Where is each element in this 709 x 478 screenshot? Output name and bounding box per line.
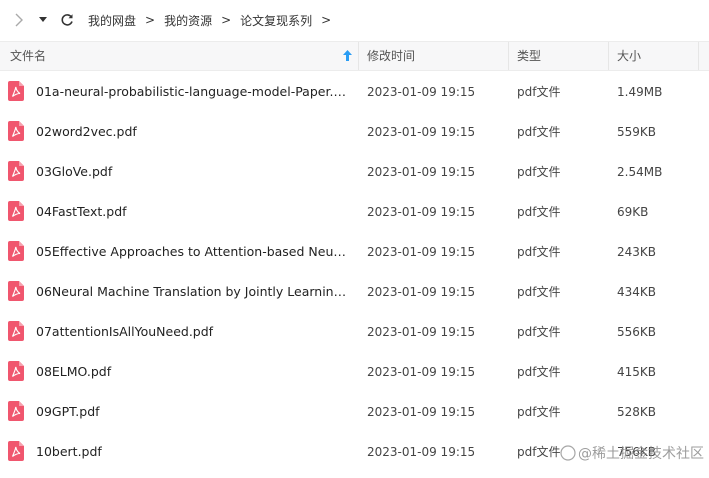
watermark-text: @稀土掘金技术社区 [578,446,704,462]
file-size: 528KB [617,405,657,419]
breadcrumb: 我的网盘 > 我的资源 > 论文复现系列 > [88,12,340,29]
file-type: pdf文件 [517,365,561,379]
file-type: pdf文件 [517,405,561,419]
pdf-file-icon [8,81,24,101]
file-row[interactable]: 08ELMO.pdf 2023-01-09 19:15 pdf文件 415KB [0,352,709,392]
file-modified: 2023-01-09 19:15 [367,285,476,299]
file-row[interactable]: 03GloVe.pdf 2023-01-09 19:15 pdf文件 2.54M… [0,152,709,192]
file-row[interactable]: 04FastText.pdf 2023-01-09 19:15 pdf文件 69… [0,192,709,232]
file-size: 434KB [617,285,657,299]
file-row[interactable]: 02word2vec.pdf 2023-01-09 19:15 pdf文件 55… [0,112,709,152]
column-header-modified[interactable]: 修改时间 [367,42,415,70]
file-type: pdf文件 [517,445,561,459]
file-modified: 2023-01-09 19:15 [367,165,476,179]
pdf-file-icon [8,401,24,421]
caret-down-icon [39,17,47,22]
pdf-file-icon [8,361,24,381]
file-type: pdf文件 [517,165,561,179]
file-row[interactable]: 07attentionIsAllYouNeed.pdf 2023-01-09 1… [0,312,709,352]
file-name[interactable]: 04FastText.pdf [36,192,348,232]
file-size: 556KB [617,325,657,339]
toolbar: 我的网盘 > 我的资源 > 论文复现系列 > [0,0,709,40]
column-divider[interactable] [358,42,359,70]
file-type: pdf文件 [517,205,561,219]
pdf-file-icon [8,241,24,261]
column-divider[interactable] [608,42,609,70]
pdf-file-icon [8,441,24,461]
file-type: pdf文件 [517,325,561,339]
column-divider[interactable] [698,42,699,70]
file-name[interactable]: 08ELMO.pdf [36,352,348,392]
pdf-file-icon [8,281,24,301]
breadcrumb-item-resources[interactable]: 我的资源 [164,12,212,29]
file-modified: 2023-01-09 19:15 [367,325,476,339]
file-name[interactable]: 09GPT.pdf [36,392,348,432]
breadcrumb-separator: > [145,13,156,27]
file-name[interactable]: 10bert.pdf [36,432,348,472]
file-modified: 2023-01-09 19:15 [367,245,476,259]
refresh-button[interactable] [56,0,78,40]
pdf-file-icon [8,161,24,181]
breadcrumb-separator[interactable]: > [321,13,331,27]
file-row[interactable]: 06Neural Machine Translation by Jointly … [0,272,709,312]
forward-button[interactable] [8,0,30,40]
file-modified: 2023-01-09 19:15 [367,205,476,219]
column-header-name[interactable]: 文件名 [10,42,46,70]
file-size: 69KB [617,205,649,219]
file-name[interactable]: 02word2vec.pdf [36,112,348,152]
file-name[interactable]: 03GloVe.pdf [36,152,348,192]
file-row[interactable]: 09GPT.pdf 2023-01-09 19:15 pdf文件 528KB [0,392,709,432]
breadcrumb-separator: > [221,13,232,27]
file-size: 1.49MB [617,85,663,99]
watermark: @稀土掘金技术社区 [560,443,704,463]
pdf-file-icon [8,121,24,141]
file-modified: 2023-01-09 19:15 [367,85,476,99]
column-header: 文件名 修改时间 类型 大小 [0,41,709,71]
file-list: 01a-neural-probabilistic-language-model-… [0,72,709,472]
chevron-right-icon [15,13,23,27]
file-modified: 2023-01-09 19:15 [367,125,476,139]
breadcrumb-item-root[interactable]: 我的网盘 [88,12,136,29]
file-modified: 2023-01-09 19:15 [367,445,476,459]
history-dropdown-button[interactable] [32,0,54,40]
file-type: pdf文件 [517,125,561,139]
file-name[interactable]: 06Neural Machine Translation by Jointly … [36,272,348,312]
file-size: 559KB [617,125,657,139]
pdf-file-icon [8,321,24,341]
file-size: 2.54MB [617,165,663,179]
file-modified: 2023-01-09 19:15 [367,405,476,419]
refresh-icon [61,14,73,26]
arrow-up-icon[interactable] [343,50,352,61]
file-row[interactable]: 01a-neural-probabilistic-language-model-… [0,72,709,112]
juejin-logo-icon [560,445,576,461]
breadcrumb-item-current[interactable]: 论文复现系列 [240,12,312,29]
column-header-size[interactable]: 大小 [617,42,641,70]
pdf-file-icon [8,201,24,221]
file-name[interactable]: 01a-neural-probabilistic-language-model-… [36,72,348,112]
file-name[interactable]: 05Effective Approaches to Attention-base… [36,232,348,272]
file-row[interactable]: 05Effective Approaches to Attention-base… [0,232,709,272]
file-type: pdf文件 [517,285,561,299]
file-type: pdf文件 [517,85,561,99]
file-size: 415KB [617,365,657,379]
file-type: pdf文件 [517,245,561,259]
file-size: 243KB [617,245,657,259]
column-header-type[interactable]: 类型 [517,42,541,70]
file-name[interactable]: 07attentionIsAllYouNeed.pdf [36,312,348,352]
column-divider[interactable] [508,42,509,70]
file-modified: 2023-01-09 19:15 [367,365,476,379]
